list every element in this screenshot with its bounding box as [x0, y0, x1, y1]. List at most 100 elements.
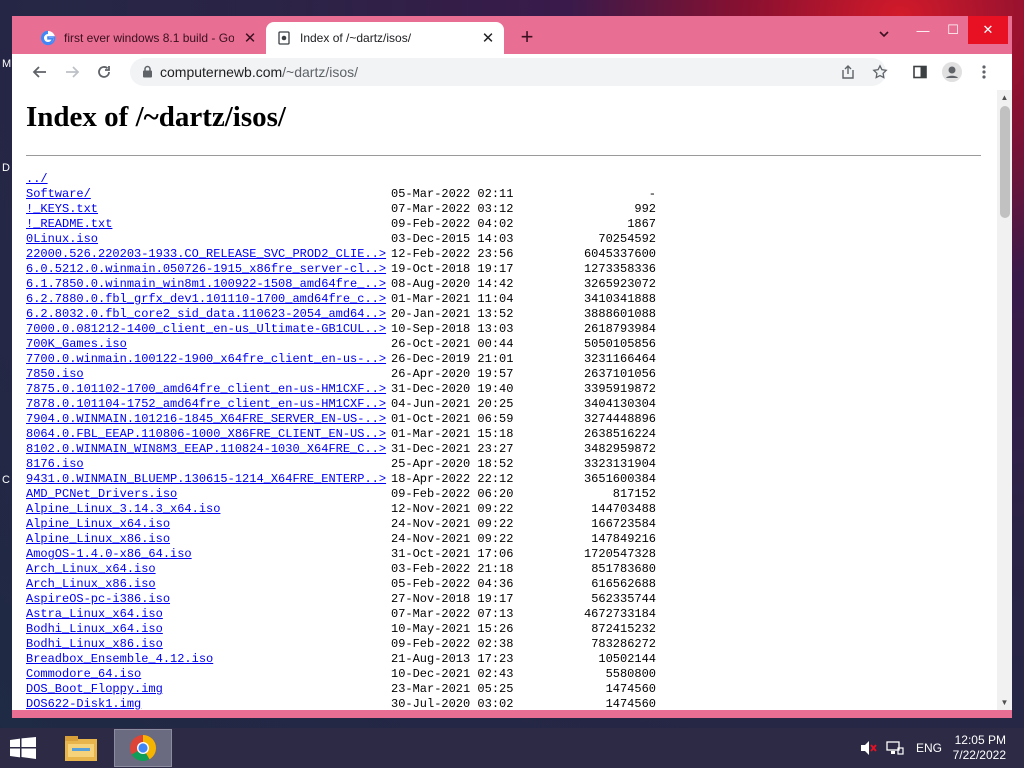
- file-link[interactable]: Alpine_Linux_3.14.3_x64.iso: [26, 502, 220, 517]
- file-link[interactable]: 6.2.8032.0.fbl_core2_sid_data.110623-205…: [26, 307, 386, 322]
- file-date: 31-Dec-2021 23:27: [391, 442, 514, 456]
- close-tab-icon[interactable]: ✕: [478, 28, 498, 48]
- close-window-button[interactable]: ✕: [968, 16, 1008, 44]
- file-size: 3482959872: [583, 442, 656, 456]
- reload-icon[interactable]: [92, 60, 116, 84]
- network-icon[interactable]: [886, 728, 904, 768]
- file-size: 1474560: [605, 697, 656, 710]
- url-text[interactable]: computernewb.com/~dartz/isos/: [160, 64, 358, 80]
- file-link[interactable]: Astra_Linux_x64.iso: [26, 607, 163, 622]
- scrollbar-thumb[interactable]: [1000, 106, 1010, 218]
- file-link[interactable]: Bodhi_Linux_x64.iso: [26, 622, 163, 637]
- file-link[interactable]: 9431.0.WINMAIN_BLUEMP.130615-1214_X64FRE…: [26, 472, 386, 487]
- file-link[interactable]: 7875.0.101102-1700_amd64fre_client_en-us…: [26, 382, 386, 397]
- file-link[interactable]: 8102.0.WINMAIN_WIN8M3_EEAP.110824-1030_X…: [26, 442, 386, 457]
- file-date: 07-Mar-2022 03:12: [391, 202, 514, 216]
- file-size: 70254592: [598, 232, 656, 246]
- vertical-scrollbar[interactable]: ▲ ▼: [997, 90, 1012, 710]
- back-arrow-icon[interactable]: [28, 60, 52, 84]
- scroll-down-arrow-icon[interactable]: ▼: [997, 695, 1012, 710]
- menu-kebab-icon[interactable]: [972, 60, 996, 84]
- maximize-button[interactable]: ☐: [938, 16, 968, 44]
- file-date: 09-Feb-2022 06:20: [391, 487, 514, 501]
- file-link[interactable]: 700K_Games.iso: [26, 337, 127, 352]
- page-title: Index of /~dartz/isos/: [26, 101, 286, 133]
- file-link[interactable]: AmogOS-1.4.0-x86_64.iso: [26, 547, 192, 562]
- lock-icon[interactable]: [142, 65, 153, 83]
- file-link[interactable]: 8176.iso: [26, 457, 84, 472]
- browser-toolbar: computernewb.com/~dartz/isos/: [12, 54, 1012, 90]
- file-size: 1867: [627, 217, 656, 231]
- file-link[interactable]: 6.1.7850.0.winmain_win8m1.100922-1508_am…: [26, 277, 386, 292]
- file-link[interactable]: Commodore_64.iso: [26, 667, 141, 682]
- windows-start-icon[interactable]: [10, 737, 36, 759]
- file-size: 1720547328: [583, 547, 656, 561]
- file-link[interactable]: DOS622-Disk1.img: [26, 697, 141, 710]
- file-link[interactable]: !_KEYS.txt: [26, 202, 98, 217]
- file-link[interactable]: 22000.526.220203-1933.CO_RELEASE_SVC_PRO…: [26, 247, 386, 262]
- file-date: 07-Mar-2022 07:13: [391, 607, 514, 621]
- bookmark-star-icon[interactable]: [868, 60, 892, 84]
- file-link[interactable]: Arch_Linux_x64.iso: [26, 562, 156, 577]
- file-date: 01-Oct-2021 06:59: [391, 412, 514, 426]
- google-icon: [40, 30, 56, 46]
- file-link[interactable]: AspireOS-pc-i386.iso: [26, 592, 170, 607]
- profile-avatar-icon[interactable]: [940, 60, 964, 84]
- desktop-letter: M: [2, 58, 12, 70]
- file-link[interactable]: DOS_Boot_Floppy.img: [26, 682, 163, 697]
- volume-muted-icon[interactable]: [860, 728, 878, 768]
- file-link[interactable]: 6.2.7880.0.fbl_grfx_dev1.101110-1700_amd…: [26, 292, 386, 307]
- new-tab-button[interactable]: +: [515, 26, 539, 50]
- file-date: 26-Apr-2020 19:57: [391, 367, 514, 381]
- file-date: 08-Aug-2020 14:42: [391, 277, 514, 291]
- share-icon[interactable]: [836, 60, 860, 84]
- forward-arrow-icon[interactable]: [60, 60, 84, 84]
- input-language[interactable]: ENG: [916, 728, 942, 768]
- file-link[interactable]: Breadbox_Ensemble_4.12.iso: [26, 652, 213, 667]
- file-date: 30-Jul-2020 03:02: [391, 697, 514, 710]
- file-size: 562335744: [591, 592, 656, 606]
- file-size: 3274448896: [583, 412, 656, 426]
- file-date: 26-Oct-2021 00:44: [391, 337, 514, 351]
- file-link[interactable]: 6.0.5212.0.winmain.050726-1915_x86fre_se…: [26, 262, 386, 277]
- file-size: 166723584: [591, 517, 656, 531]
- file-size: 6045337600: [583, 247, 656, 261]
- file-link[interactable]: 7850.iso: [26, 367, 84, 382]
- file-link[interactable]: ../: [26, 172, 48, 187]
- file-date: 03-Dec-2015 14:03: [391, 232, 514, 246]
- file-date: 10-Dec-2021 02:43: [391, 667, 514, 681]
- tab-search-chevron-icon[interactable]: [874, 28, 894, 48]
- file-link[interactable]: 7878.0.101104-1752_amd64fre_client_en-us…: [26, 397, 386, 412]
- file-link[interactable]: 7700.0.winmain.100122-1900_x64fre_client…: [26, 352, 386, 367]
- file-link[interactable]: Alpine_Linux_x86.iso: [26, 532, 170, 547]
- tab-title: first ever windows 8.1 build - Go: [64, 31, 234, 45]
- file-link[interactable]: Arch_Linux_x86.iso: [26, 577, 156, 592]
- file-size: 5580800: [605, 667, 656, 681]
- scroll-up-arrow-icon[interactable]: ▲: [997, 90, 1012, 105]
- desktop-letter: C: [2, 474, 10, 486]
- tab-google-search[interactable]: first ever windows 8.1 build - Go ✕: [30, 22, 266, 54]
- file-size: 3395919872: [583, 382, 656, 396]
- minimize-button[interactable]: —: [908, 16, 938, 44]
- close-tab-icon[interactable]: ✕: [240, 28, 260, 48]
- side-panel-icon[interactable]: [908, 60, 932, 84]
- file-link[interactable]: Software/: [26, 187, 91, 202]
- file-link[interactable]: 7000.0.081212-1400_client_en-us_Ultimate…: [26, 322, 386, 337]
- system-clock[interactable]: 12:05 PM 7/22/2022: [953, 733, 1006, 763]
- file-link[interactable]: Alpine_Linux_x64.iso: [26, 517, 170, 532]
- address-bar[interactable]: computernewb.com/~dartz/isos/: [130, 58, 886, 86]
- file-link[interactable]: 0Linux.iso: [26, 232, 98, 247]
- file-explorer-task-icon[interactable]: [52, 729, 110, 767]
- file-date: 10-Sep-2018 13:03: [391, 322, 514, 336]
- file-link[interactable]: !_README.txt: [26, 217, 112, 232]
- file-date: 09-Feb-2022 02:38: [391, 637, 514, 651]
- clock-date: 7/22/2022: [952, 748, 1006, 762]
- file-link[interactable]: 8064.0.FBL_EEAP.110806-1000_X86FRE_CLIEN…: [26, 427, 386, 442]
- file-date: 03-Feb-2022 21:18: [391, 562, 514, 576]
- file-date: 20-Jan-2021 13:52: [391, 307, 514, 321]
- file-link[interactable]: AMD_PCNet_Drivers.iso: [26, 487, 177, 502]
- tab-index-of-isos[interactable]: Index of /~dartz/isos/ ✕: [266, 22, 504, 54]
- chrome-task-icon[interactable]: [114, 729, 172, 767]
- file-link[interactable]: Bodhi_Linux_x86.iso: [26, 637, 163, 652]
- file-link[interactable]: 7904.0.WINMAIN.101216-1845_X64FRE_SERVER…: [26, 412, 386, 427]
